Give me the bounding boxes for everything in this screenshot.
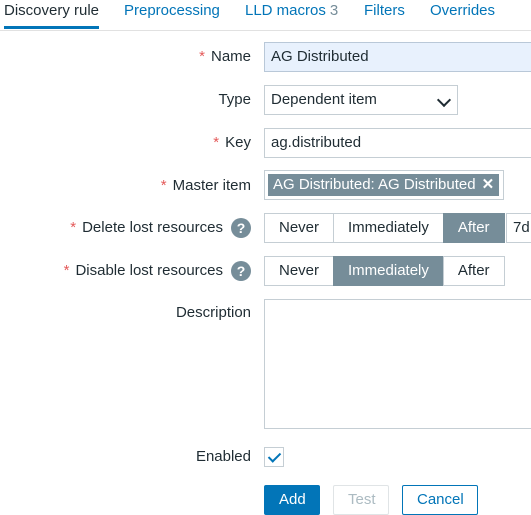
tab-filters[interactable]: Filters xyxy=(364,0,405,28)
help-icon[interactable]: ? xyxy=(231,261,251,282)
add-button[interactable]: Add xyxy=(264,485,320,515)
tab-label: Filters xyxy=(364,2,405,19)
required-mark: * xyxy=(70,219,77,236)
delete-lost-option-immediately[interactable]: Immediately xyxy=(333,213,444,243)
type-select-value: Dependent item xyxy=(271,91,377,108)
key-label-text: Key xyxy=(225,134,251,151)
disable-lost-option-immediately[interactable]: Immediately xyxy=(333,256,444,286)
enabled-checkbox[interactable] xyxy=(264,447,284,467)
description-textarea[interactable] xyxy=(264,299,531,429)
delete-lost-option-after[interactable]: After xyxy=(442,213,505,243)
disable-lost-label-text: Disable lost resources xyxy=(75,262,223,279)
tab-preprocessing[interactable]: Preprocessing xyxy=(124,0,220,28)
description-label: Description xyxy=(176,303,251,323)
required-mark: * xyxy=(199,48,205,65)
chevron-down-icon xyxy=(436,92,452,108)
master-item-multiselect[interactable]: AG Distributed: AG Distributed ✕ xyxy=(264,170,504,200)
type-select[interactable]: Dependent item xyxy=(264,85,458,115)
name-input-value: AG Distributed xyxy=(271,48,369,65)
help-icon[interactable]: ? xyxy=(231,218,251,239)
checkmark-icon xyxy=(267,449,282,463)
master-item-label: * Master item xyxy=(161,176,251,196)
type-label: Type xyxy=(218,90,251,110)
name-label: * Name xyxy=(199,47,251,67)
tab-discovery-rule[interactable]: Discovery rule xyxy=(4,0,100,29)
enabled-label: Enabled xyxy=(196,447,251,467)
delete-lost-resources-label: * Delete lost resources? xyxy=(70,218,251,239)
tab-label: Overrides xyxy=(430,2,496,19)
master-item-pill-text: AG Distributed: AG Distributed xyxy=(273,176,476,193)
delete-lost-period-input[interactable]: 7d xyxy=(506,213,531,243)
name-label-text: Name xyxy=(210,48,251,65)
key-label: * Key xyxy=(213,133,251,153)
disable-lost-option-never[interactable]: Never xyxy=(264,256,335,286)
master-item-label-text: Master item xyxy=(172,177,251,194)
disable-lost-resources-label: * Disable lost resources? xyxy=(63,261,251,282)
test-button[interactable]: Test xyxy=(333,485,389,515)
type-label-text: Type xyxy=(218,91,251,108)
remove-icon[interactable]: ✕ xyxy=(482,176,495,193)
tab-label: Preprocessing xyxy=(124,2,220,19)
tab-lld-macros[interactable]: LLD macros 3 xyxy=(245,0,338,28)
required-mark: * xyxy=(213,134,220,151)
enabled-label-text: Enabled xyxy=(195,448,251,465)
key-input[interactable]: ag.distributed xyxy=(264,128,531,158)
description-label-text: Description xyxy=(175,304,251,321)
delete-lost-period-value: 7d xyxy=(513,219,530,236)
tab-label: LLD macros xyxy=(245,2,326,19)
name-input[interactable]: AG Distributed xyxy=(264,42,531,72)
required-mark: * xyxy=(160,177,167,194)
delete-lost-radio-group: Never Immediately After xyxy=(264,213,505,243)
tab-bar: Discovery rule Preprocessing LLD macros 3… xyxy=(0,0,531,31)
required-mark: * xyxy=(63,262,70,279)
delete-lost-label-text: Delete lost resources xyxy=(82,219,223,236)
delete-lost-option-never[interactable]: Never xyxy=(264,213,335,243)
key-input-value: ag.distributed xyxy=(271,134,362,151)
tab-label: Discovery rule xyxy=(4,2,100,19)
master-item-pill: AG Distributed: AG Distributed ✕ xyxy=(268,174,500,196)
disable-lost-radio-group: Never Immediately After xyxy=(264,256,505,286)
tab-overrides[interactable]: Overrides xyxy=(430,0,495,28)
tab-count-badge: 3 xyxy=(329,2,339,19)
disable-lost-option-after[interactable]: After xyxy=(442,256,505,286)
cancel-button[interactable]: Cancel xyxy=(402,485,478,515)
